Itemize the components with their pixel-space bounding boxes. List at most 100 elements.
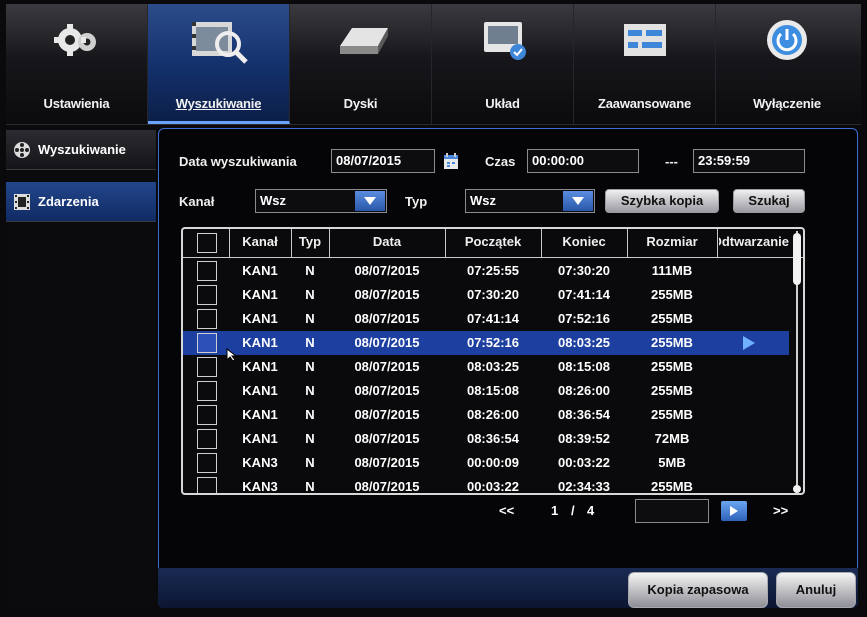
table-cell: 08:36:54 <box>466 431 520 446</box>
search-date-field[interactable]: 08/07/2015 <box>331 149 435 173</box>
tab-wyszukiwanie[interactable]: Wyszukiwanie <box>148 4 290 124</box>
table-cell: N <box>305 407 315 422</box>
table-row[interactable]: KAN1 N 08/07/2015 08:26:00 08:36:54 255MB <box>183 403 789 427</box>
chevron-down-icon[interactable] <box>563 191 593 211</box>
table-cell: 00:03:22 <box>557 455 611 470</box>
type-label: Typ <box>405 194 428 209</box>
table-cell: N <box>305 479 315 494</box>
chevron-down-icon[interactable] <box>355 191 385 211</box>
calendar-icon[interactable] <box>443 152 459 170</box>
table-row[interactable]: KAN1 N 08/07/2015 07:30:20 07:41:14 255MB <box>183 283 789 307</box>
table-cell: 5MB <box>658 455 686 470</box>
table-cell: 08:26:00 <box>466 407 520 422</box>
cancel-button[interactable]: Anuluj <box>776 572 856 608</box>
row-checkbox[interactable] <box>197 357 217 377</box>
table-cell: 08:03:25 <box>466 359 520 374</box>
table-cell: 08:26:00 <box>557 383 611 398</box>
col-header-data: Data <box>372 234 402 249</box>
tab-dyski[interactable]: Dyski <box>290 4 432 124</box>
table-cell: N <box>305 359 315 374</box>
tab-ustawienia[interactable]: Ustawienia <box>6 4 148 124</box>
row-checkbox[interactable] <box>197 429 217 449</box>
row-checkbox[interactable] <box>197 261 217 281</box>
table-cell: 72MB <box>654 431 690 446</box>
table-cell: 07:41:14 <box>466 311 520 326</box>
events-search-panel: Data wyszukiwania 08/07/2015 Czas 00:00:… <box>158 128 858 608</box>
table-cell: N <box>305 287 315 302</box>
sidebar: Wyszukiwanie Zdarzenia <box>6 126 156 606</box>
table-row[interactable]: KAN1 N 08/07/2015 07:25:55 07:30:20 111MB <box>183 259 789 283</box>
tab-zaawansowane[interactable]: Zaawansowane <box>574 4 716 124</box>
row-checkbox[interactable] <box>197 477 217 493</box>
table-cell: 255MB <box>651 311 693 326</box>
table-cell: 08:15:08 <box>466 383 520 398</box>
scrollbar-end-knob[interactable] <box>793 485 801 493</box>
page-separator: / <box>571 503 575 518</box>
system-icon <box>483 22 526 60</box>
table-cell: 07:52:16 <box>557 311 611 326</box>
table-cell: 08:36:54 <box>557 407 611 422</box>
go-to-page-button[interactable] <box>721 501 747 521</box>
time-to-field[interactable]: 23:59:59 <box>693 149 805 173</box>
table-row[interactable]: KAN1 N 08/07/2015 08:15:08 08:26:00 255MB <box>183 379 789 403</box>
tab-label: Zaawansowane <box>598 96 691 111</box>
table-cell: 00:03:22 <box>466 479 520 494</box>
sidebar-item-wyszukiwanie[interactable]: Wyszukiwanie <box>6 130 156 170</box>
table-row[interactable]: KAN3 N 08/07/2015 00:03:22 02:34:33 255MB <box>183 475 789 494</box>
channel-select[interactable]: Wsz <box>255 189 387 213</box>
next-page-button[interactable]: >> <box>773 503 788 518</box>
search-film-icon <box>191 22 248 64</box>
time-from-field[interactable]: 00:00:00 <box>527 149 639 173</box>
film-reel-icon <box>14 142 30 158</box>
page-input[interactable] <box>635 499 709 523</box>
prev-page-button[interactable]: << <box>499 503 514 518</box>
table-cell: KAN1 <box>242 311 278 326</box>
row-checkbox[interactable] <box>197 285 217 305</box>
play-icon[interactable] <box>743 336 755 350</box>
row-checkbox[interactable] <box>197 381 217 401</box>
tab-wylaczenie[interactable]: Wyłączenie <box>716 4 858 124</box>
table-cell: 08/07/2015 <box>354 263 420 278</box>
search-button[interactable]: Szukaj <box>733 189 805 213</box>
table-row[interactable]: KAN1 N 08/07/2015 07:52:16 08:03:25 255MB <box>183 331 789 355</box>
table-cell: N <box>305 383 315 398</box>
type-select-value: Wsz <box>470 193 496 208</box>
row-checkbox[interactable] <box>197 405 217 425</box>
table-cell: 08:39:52 <box>557 431 611 446</box>
disk-icon <box>339 28 388 54</box>
quick-copy-button[interactable]: Szybka kopia <box>605 189 719 213</box>
table-row[interactable]: KAN1 N 08/07/2015 08:03:25 08:15:08 255MB <box>183 355 789 379</box>
sidebar-item-label: Wyszukiwanie <box>38 142 126 157</box>
row-checkbox[interactable] <box>197 453 217 473</box>
col-header-rozmiar: Rozmiar <box>646 234 698 249</box>
type-select[interactable]: Wsz <box>465 189 595 213</box>
scrollbar-thumb[interactable] <box>793 233 801 285</box>
table-cell: 255MB <box>651 335 693 350</box>
tab-label: Ustawienia <box>43 96 110 111</box>
table-cell: 07:52:16 <box>466 335 520 350</box>
row-checkbox[interactable] <box>197 333 217 353</box>
time-separator: --- <box>665 154 678 169</box>
table-cell: 255MB <box>651 287 693 302</box>
select-all-checkbox[interactable] <box>197 233 217 253</box>
table-cell: 08/07/2015 <box>354 407 420 422</box>
table-row[interactable]: KAN1 N 08/07/2015 07:41:14 07:52:16 255MB <box>183 307 789 331</box>
table-row[interactable]: KAN3 N 08/07/2015 00:00:09 00:03:22 5MB <box>183 451 789 475</box>
row-checkbox[interactable] <box>197 309 217 329</box>
table-cell: KAN1 <box>242 287 278 302</box>
advanced-icon <box>623 24 666 56</box>
table-cell: 111MB <box>651 263 693 278</box>
sidebar-item-zdarzenia[interactable]: Zdarzenia <box>6 182 156 222</box>
tab-uklad[interactable]: Układ <box>432 4 574 124</box>
table-cell: N <box>305 431 315 446</box>
film-strip-icon <box>14 194 30 210</box>
backup-button[interactable]: Kopia zapasowa <box>628 572 768 608</box>
table-scrollbar[interactable] <box>793 231 801 493</box>
table-cell: 07:25:55 <box>466 263 520 278</box>
table-cell: 07:30:20 <box>557 263 611 278</box>
table-cell: 08/07/2015 <box>354 287 420 302</box>
channel-label: Kanał <box>179 194 215 209</box>
col-header-odtwarzanie: Odtwarzanie <box>719 234 789 249</box>
table-cell: KAN3 <box>242 479 278 494</box>
table-row[interactable]: KAN1 N 08/07/2015 08:36:54 08:39:52 72MB <box>183 427 789 451</box>
